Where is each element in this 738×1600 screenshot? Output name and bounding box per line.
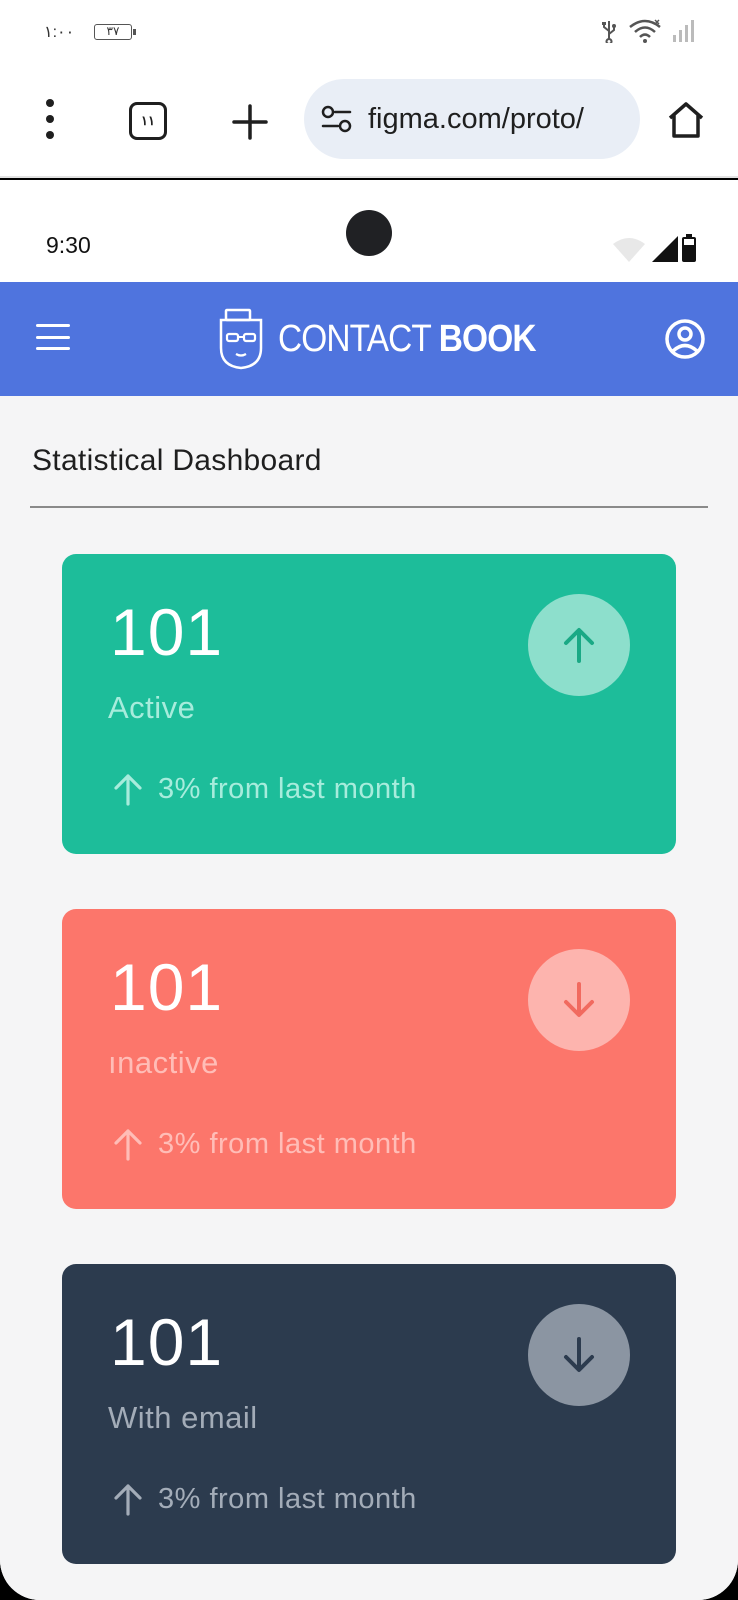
title-divider [30, 506, 708, 508]
arrow-up-icon [564, 628, 594, 663]
tab-switcher-button[interactable]: ١١ [129, 102, 167, 140]
more-options-icon[interactable] [38, 99, 62, 139]
stat-trend: 3% from last month [112, 772, 417, 806]
stat-value: 101 [110, 595, 224, 669]
menu-icon[interactable] [36, 324, 70, 350]
arrow-down-icon [564, 982, 594, 1017]
stat-direction-badge [528, 949, 630, 1051]
trend-up-icon [114, 774, 142, 806]
dashboard-content: Statistical Dashboard 101 Active 3% from… [0, 396, 738, 1600]
stat-trend-text: 3% from last month [158, 1482, 417, 1515]
stat-trend-text: 3% from last month [158, 772, 417, 805]
app-logo: CONTACT BOOK [218, 306, 571, 372]
app-title: CONTACT BOOK [278, 317, 536, 360]
signal-icon [673, 20, 694, 42]
stat-direction-badge [528, 1304, 630, 1406]
stat-trend: 3% from last month [112, 1127, 417, 1161]
device-status-bar: 9:30 [0, 180, 738, 282]
wifi-icon [613, 238, 645, 262]
os-clock: ١:٠٠ [44, 24, 75, 41]
stat-direction-badge [528, 594, 630, 696]
arrow-down-icon [564, 1337, 594, 1372]
battery-icon [682, 234, 696, 262]
stat-trend: 3% from last month [112, 1482, 417, 1516]
address-bar[interactable]: figma.com/proto/ [304, 79, 640, 159]
stat-label: Active [108, 690, 196, 725]
trend-up-icon [114, 1484, 142, 1516]
page-title: Statistical Dashboard [32, 444, 322, 477]
os-status-bar: ١:٠٠ ٣٧ [0, 0, 738, 66]
face-logo-icon [219, 308, 263, 370]
account-icon[interactable] [664, 318, 706, 360]
stat-label: With email [108, 1400, 258, 1435]
signal-icon [652, 236, 678, 262]
new-tab-icon[interactable] [228, 100, 272, 144]
app-header: CONTACT BOOK [0, 282, 738, 396]
stat-label: ınactive [108, 1045, 219, 1080]
stat-card[interactable]: 101 Active 3% from last month [62, 554, 676, 854]
browser-toolbar: ١١ figma.com/proto/ [0, 66, 738, 178]
stat-value: 101 [110, 950, 224, 1024]
wifi-icon [629, 19, 661, 43]
url-text: figma.com/proto/ [368, 103, 584, 135]
site-settings-icon[interactable] [320, 103, 354, 135]
stat-value: 101 [110, 1305, 224, 1379]
stat-card[interactable]: 101 With email 3% from last month [62, 1264, 676, 1564]
trend-up-icon [114, 1129, 142, 1161]
stat-card[interactable]: 101 ınactive 3% from last month [62, 909, 676, 1209]
stat-trend-text: 3% from last month [158, 1127, 417, 1160]
home-icon[interactable] [664, 98, 708, 142]
os-battery-icon: ٣٧ [94, 24, 136, 40]
front-camera [346, 210, 392, 256]
device-clock: 9:30 [46, 232, 91, 258]
prototype-frame: 9:30 CONTACT BOOK Statistical Dashboard … [0, 180, 738, 1600]
usb-icon [602, 21, 616, 43]
